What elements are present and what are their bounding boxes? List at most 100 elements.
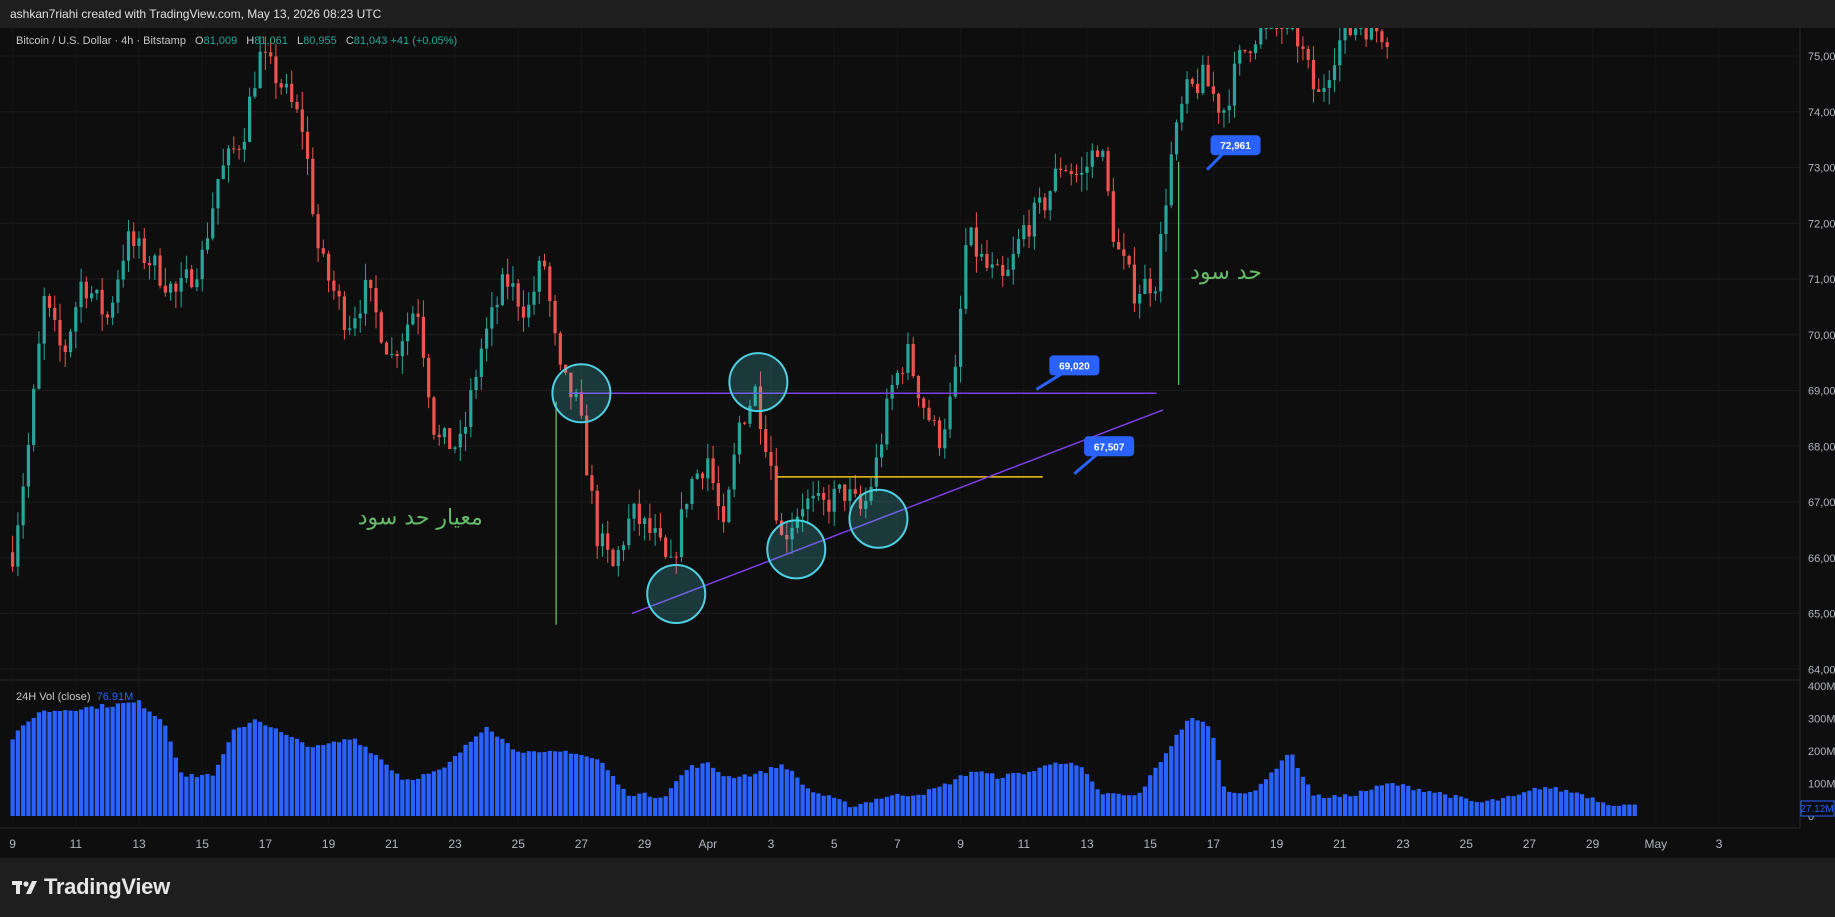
candle-body[interactable] [1090,150,1094,167]
candle-body[interactable] [648,518,652,533]
candle-body[interactable] [458,433,462,448]
volume-bar[interactable] [979,771,984,816]
volume-bar[interactable] [152,715,157,816]
candle-body[interactable] [442,428,447,438]
candle-body[interactable] [1364,28,1368,40]
candle-body[interactable] [1275,28,1279,29]
candle-body[interactable] [358,313,362,319]
volume-bar[interactable] [969,771,974,816]
candle-body[interactable] [90,293,94,299]
volume-bar[interactable] [189,773,194,816]
candle-body[interactable] [1348,28,1352,36]
candle-body[interactable] [179,278,183,292]
volume-bar[interactable] [1532,787,1537,816]
volume-bar[interactable] [1137,792,1142,816]
volume-bar[interactable] [1527,790,1532,816]
volume-bar[interactable] [816,793,821,816]
volume-bar[interactable] [542,752,547,816]
candle-body[interactable] [369,279,373,288]
candle-body[interactable] [21,486,25,526]
volume-bar[interactable] [358,745,363,816]
candle-body[interactable] [463,427,468,434]
volume-bar[interactable] [605,770,610,816]
volume-bar[interactable] [1232,792,1237,816]
candle-body[interactable] [1048,191,1052,211]
volume-bar[interactable] [1479,802,1485,816]
candle-body[interactable] [411,313,415,325]
volume-bar[interactable] [300,742,305,816]
volume-bar[interactable] [1053,762,1058,816]
volume-bar[interactable] [647,796,652,816]
volume-bar[interactable] [1242,793,1248,816]
candle-body[interactable] [953,366,957,397]
candle-body[interactable] [163,285,167,293]
volume-bar[interactable] [1548,788,1553,816]
candle-body[interactable] [74,307,78,332]
volume-bar[interactable] [858,803,863,816]
volume-bar[interactable] [163,725,168,816]
volume-bar[interactable] [1148,775,1153,816]
volume-bar[interactable] [795,777,800,816]
candle-body[interactable] [184,269,188,279]
volume-bar[interactable] [1595,802,1600,816]
candle-body[interactable] [1122,249,1126,256]
candle-body[interactable] [1354,28,1358,36]
candle-body[interactable] [932,420,936,422]
candle-body[interactable] [400,341,404,357]
volume-bar[interactable] [273,728,279,816]
volume-bar[interactable] [679,775,684,816]
volume-bar[interactable] [1221,786,1227,816]
candle-body[interactable] [353,318,357,329]
candle-body[interactable] [232,148,236,150]
candle-body[interactable] [606,533,610,550]
volume-bar[interactable] [1227,791,1232,816]
volume-bar[interactable] [1295,767,1300,816]
candle-body[interactable] [653,528,657,533]
volume-bar[interactable] [1211,737,1216,816]
volume-bar[interactable] [63,710,68,816]
candle-body[interactable] [79,281,83,308]
candle-body[interactable] [68,331,73,353]
volume-bar[interactable] [758,770,763,816]
volume-bar[interactable] [826,795,832,816]
volume-bar[interactable] [1406,785,1411,816]
volume-bar[interactable] [789,770,795,816]
candle-body[interactable] [822,493,826,500]
candle-body[interactable] [116,279,120,303]
candle-body[interactable] [937,420,942,449]
volume-bar[interactable] [1485,800,1490,816]
volume-bar[interactable] [1042,765,1047,816]
volume-bar[interactable] [674,781,679,816]
candle-body[interactable] [1296,28,1300,47]
volume-bar[interactable] [105,707,110,816]
candle-body[interactable] [321,248,325,254]
volume-bar[interactable] [558,751,563,816]
candle-body[interactable] [37,343,41,389]
volume-bar[interactable] [147,711,152,816]
volume-bar[interactable] [1285,754,1290,816]
volume-indicator-name[interactable]: 24H Vol (close) [16,691,91,703]
volume-bar[interactable] [1553,787,1558,816]
volume-bar[interactable] [911,795,916,816]
volume-bar[interactable] [389,770,394,816]
volume-bar[interactable] [726,776,731,816]
candle-body[interactable] [279,83,283,88]
volume-bar[interactable] [337,742,342,816]
candle-body[interactable] [1259,28,1263,45]
candle-body[interactable] [922,398,926,408]
candle-body[interactable] [1064,170,1068,172]
candle-body[interactable] [1327,80,1331,88]
volume-bar[interactable] [1206,726,1211,816]
candle-body[interactable] [305,131,310,159]
candle-body[interactable] [706,458,710,479]
candle-body[interactable] [1127,255,1131,265]
volume-bar[interactable] [1263,779,1269,816]
volume-bar[interactable] [1495,800,1500,816]
volume-bar[interactable] [373,754,379,816]
candle-body[interactable] [1143,278,1147,294]
candle-body[interactable] [1243,49,1247,52]
volume-bar[interactable] [47,711,52,816]
volume-bar[interactable] [905,796,911,816]
volume-bar[interactable] [863,802,868,816]
candle-body[interactable] [1132,264,1136,304]
